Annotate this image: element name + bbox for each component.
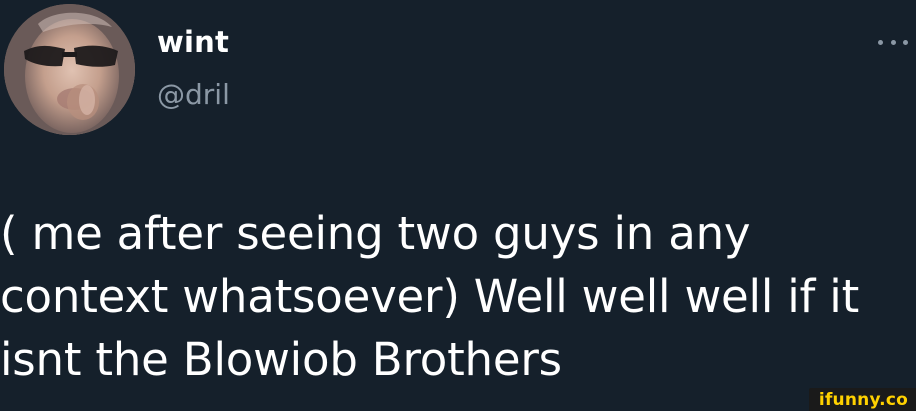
watermark-text: ifunny.co [818, 389, 908, 410]
display-name[interactable]: wint [157, 25, 229, 59]
avatar-photo-icon [4, 4, 135, 135]
avatar[interactable] [4, 4, 135, 135]
dot-icon [890, 39, 896, 45]
handle[interactable]: @dril [157, 78, 230, 112]
tweet-card: wint @dril ( me after seeing two guys in… [0, 0, 916, 411]
watermark: ifunny.co [808, 388, 916, 411]
tweet-text-line: context whatsoever) Well well well if it [0, 270, 860, 323]
more-options-icon[interactable] [878, 33, 908, 51]
dot-icon [903, 39, 908, 45]
tweet-text: ( me after seeing two guys in any contex… [0, 202, 916, 391]
tweet-text-line: isnt the Blowiob Brothers [0, 333, 562, 386]
tweet-text-line: ( me after seeing two guys in any [0, 207, 751, 260]
dot-icon [878, 39, 883, 45]
